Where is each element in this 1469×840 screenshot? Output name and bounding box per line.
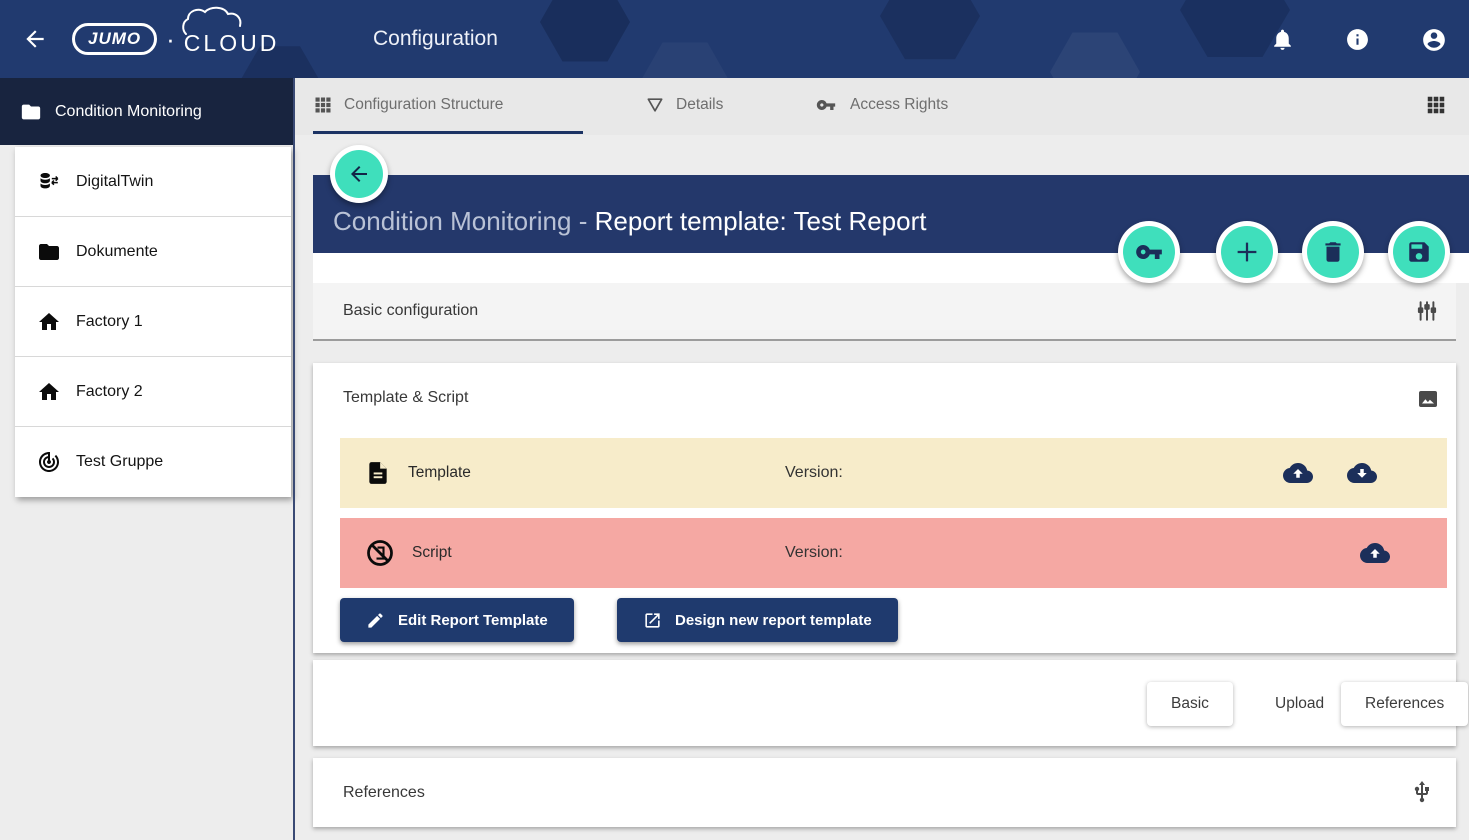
trash-icon bbox=[1307, 226, 1359, 278]
sidebar-item-label: Dokumente bbox=[76, 243, 158, 261]
document-icon bbox=[365, 460, 391, 486]
digital-twin-icon bbox=[37, 170, 61, 194]
script-disabled-icon bbox=[365, 538, 395, 568]
back-button[interactable] bbox=[330, 145, 388, 203]
usb-icon[interactable] bbox=[1410, 780, 1436, 806]
upload-button[interactable]: Upload bbox=[1251, 682, 1348, 726]
jumo-logo-badge: JUMO bbox=[72, 23, 157, 55]
banner-title: Report template: Test Report bbox=[595, 206, 927, 236]
sidebar-item-label: Condition Monitoring bbox=[55, 103, 202, 121]
design-new-report-template-button[interactable]: Design new report template bbox=[617, 598, 898, 642]
account-icon[interactable] bbox=[1421, 27, 1446, 52]
edit-report-template-button[interactable]: Edit Report Template bbox=[340, 598, 574, 642]
sidebar-sublist: DigitalTwin Dokumente Factory 1 Factory … bbox=[15, 147, 291, 497]
folder-icon bbox=[37, 240, 61, 264]
version-label: Version: bbox=[785, 464, 843, 482]
template-script-card: Template & Script Template Version: bbox=[313, 363, 1456, 653]
add-fab-button[interactable] bbox=[1216, 221, 1278, 283]
hexagon-decoration bbox=[640, 40, 730, 78]
image-icon[interactable] bbox=[1416, 387, 1440, 411]
cloud-upload-icon[interactable] bbox=[1360, 538, 1390, 568]
tab-bar: Configuration Structure Details Access R… bbox=[295, 78, 1469, 135]
app-window: JUMO · CLOUD Configuration Condition bbox=[0, 0, 1469, 840]
basic-configuration-panel[interactable]: Basic configuration bbox=[313, 283, 1456, 341]
banner-breadcrumb: Condition Monitoring - bbox=[333, 206, 595, 236]
hexagon-decoration bbox=[880, 0, 980, 62]
template-row: Template Version: bbox=[340, 438, 1447, 508]
plus-icon bbox=[1221, 226, 1273, 278]
sidebar-item-test-gruppe[interactable]: Test Gruppe bbox=[15, 427, 291, 497]
script-row: Script Version: bbox=[340, 518, 1447, 588]
sidebar-item-factory-1[interactable]: Factory 1 bbox=[15, 287, 291, 357]
home-icon bbox=[37, 310, 61, 334]
sliders-icon[interactable] bbox=[1414, 298, 1440, 324]
key-icon bbox=[813, 95, 839, 115]
cloud-upload-icon[interactable] bbox=[1283, 458, 1313, 488]
file-row-label: Script bbox=[412, 544, 452, 562]
track-changes-icon bbox=[37, 450, 61, 474]
button-label: Edit Report Template bbox=[398, 612, 548, 629]
tab-label: Access Rights bbox=[850, 96, 948, 114]
sidebar-item-condition-monitoring[interactable]: Condition Monitoring bbox=[0, 78, 293, 145]
button-label: Design new report template bbox=[675, 612, 872, 629]
tab-details[interactable]: Details bbox=[645, 78, 723, 132]
sidebar-divider bbox=[293, 78, 295, 840]
sidebar-item-label: Factory 2 bbox=[76, 383, 143, 401]
active-tab-underline bbox=[313, 131, 583, 135]
folder-icon bbox=[20, 101, 42, 123]
references-button[interactable]: References bbox=[1341, 682, 1468, 726]
tab-label: Details bbox=[676, 96, 723, 114]
cloud-outline-icon bbox=[180, 6, 280, 36]
sidebar-item-factory-2[interactable]: Factory 2 bbox=[15, 357, 291, 427]
apps-grid-icon[interactable] bbox=[1425, 94, 1447, 116]
section-title: Template & Script bbox=[343, 389, 468, 407]
home-icon bbox=[37, 380, 61, 404]
open-in-new-icon bbox=[643, 611, 662, 630]
tab-configuration-structure[interactable]: Configuration Structure bbox=[313, 78, 503, 132]
header-back-icon[interactable] bbox=[22, 26, 48, 52]
basic-button[interactable]: Basic bbox=[1147, 682, 1233, 726]
panel-title: References bbox=[343, 784, 425, 802]
info-icon[interactable] bbox=[1345, 27, 1370, 52]
file-row-label: Template bbox=[408, 464, 471, 482]
sidebar-item-label: Factory 1 bbox=[76, 313, 143, 331]
button-label: Basic bbox=[1171, 695, 1209, 713]
cloud-logo-text: CLOUD bbox=[184, 20, 280, 57]
panel-title: Basic configuration bbox=[343, 302, 478, 320]
access-rights-fab-button[interactable] bbox=[1118, 221, 1180, 283]
sidebar-item-label: Test Gruppe bbox=[76, 453, 163, 471]
top-header: JUMO · CLOUD Configuration bbox=[0, 0, 1469, 78]
jumo-cloud-logo[interactable]: JUMO · CLOUD bbox=[72, 20, 279, 57]
footer-actions-card: Basic Upload References bbox=[313, 660, 1456, 746]
sidebar-item-dokumente[interactable]: Dokumente bbox=[15, 217, 291, 287]
filter-triangle-icon bbox=[645, 95, 665, 115]
sidebar-item-label: DigitalTwin bbox=[76, 173, 153, 191]
button-label: Upload bbox=[1275, 695, 1324, 713]
save-icon bbox=[1393, 226, 1445, 278]
version-label: Version: bbox=[785, 544, 843, 562]
button-label: References bbox=[1365, 695, 1444, 713]
banner-underlay bbox=[313, 253, 1469, 283]
hexagon-decoration bbox=[540, 0, 630, 64]
page-title: Configuration bbox=[373, 0, 498, 78]
tab-label: Configuration Structure bbox=[344, 96, 503, 114]
save-fab-button[interactable] bbox=[1388, 221, 1450, 283]
key-icon bbox=[1123, 226, 1175, 278]
notifications-bell-icon[interactable] bbox=[1270, 27, 1295, 52]
pencil-icon bbox=[366, 611, 385, 630]
detail-banner: Condition Monitoring - Report template: … bbox=[313, 175, 1469, 253]
logo-separator-dot: · bbox=[166, 26, 175, 52]
cloud-download-icon[interactable] bbox=[1347, 458, 1377, 488]
references-panel[interactable]: References bbox=[313, 758, 1456, 827]
arrow-left-icon bbox=[335, 150, 383, 198]
grid-icon bbox=[313, 95, 333, 115]
delete-fab-button[interactable] bbox=[1302, 221, 1364, 283]
sidebar-item-digitaltwin[interactable]: DigitalTwin bbox=[15, 147, 291, 217]
hexagon-decoration bbox=[1050, 30, 1140, 78]
tab-access-rights[interactable]: Access Rights bbox=[813, 78, 948, 132]
sidebar: Condition Monitoring DigitalTwin bbox=[0, 78, 293, 840]
